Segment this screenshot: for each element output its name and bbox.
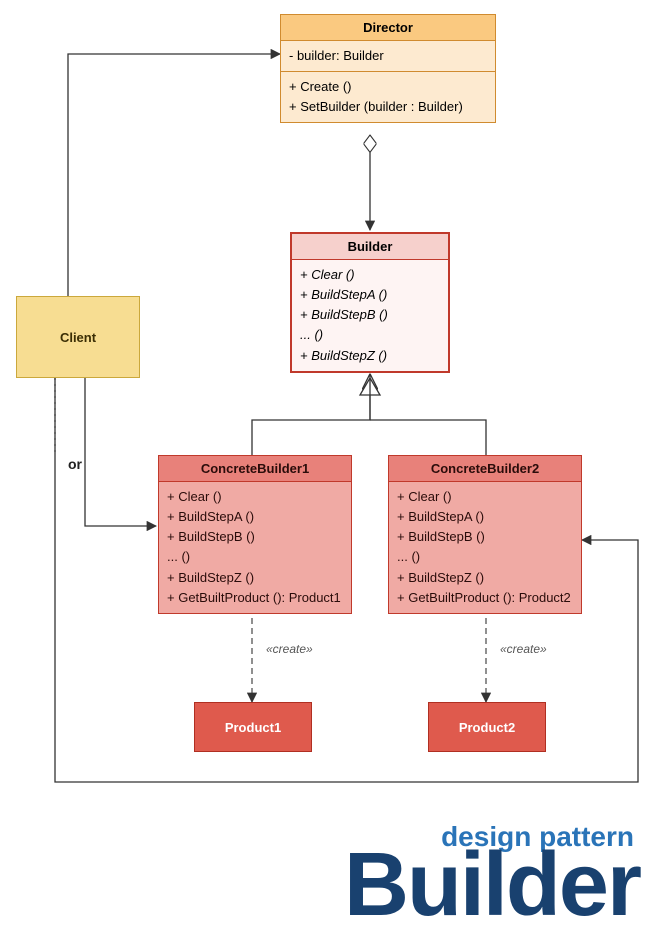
method: + BuildStepZ () — [167, 568, 343, 588]
method: + Create () — [289, 77, 487, 97]
method: + GetBuiltProduct (): Product2 — [397, 588, 573, 608]
class-product1: Product1 — [194, 702, 312, 752]
method: ... () — [300, 325, 440, 345]
method: + BuildStepZ () — [397, 568, 573, 588]
or-label: or — [68, 456, 82, 472]
edge-builder-cb2 — [370, 420, 486, 455]
title-main: Builder — [344, 843, 640, 929]
class-title: ConcreteBuilder1 — [159, 456, 351, 482]
class-product2: Product2 — [428, 702, 546, 752]
methods-section: + Clear () + BuildStepA () + BuildStepB … — [159, 482, 351, 613]
method: + BuildStepA () — [397, 507, 573, 527]
class-title: Product1 — [225, 720, 281, 735]
method: + BuildStepZ () — [300, 346, 440, 366]
attribute: - builder: Builder — [289, 46, 487, 66]
class-concretebuilder2: ConcreteBuilder2 + Clear () + BuildStepA… — [388, 455, 582, 614]
edge-client-concretebuilder1 — [85, 378, 156, 526]
class-builder: Builder + Clear () + BuildStepA () + Bui… — [290, 232, 450, 373]
class-title: Builder — [292, 234, 448, 260]
method: + BuildStepA () — [300, 285, 440, 305]
method: + BuildStepB () — [167, 527, 343, 547]
method: + Clear () — [167, 487, 343, 507]
method: + BuildStepA () — [167, 507, 343, 527]
diagram-title: design pattern Builder — [344, 823, 640, 929]
method: + GetBuiltProduct (): Product1 — [167, 588, 343, 608]
generalization-arrowhead — [360, 378, 380, 395]
class-concretebuilder1: ConcreteBuilder1 + Clear () + BuildStepA… — [158, 455, 352, 614]
class-title: Product2 — [459, 720, 515, 735]
method: + SetBuilder (builder : Builder) — [289, 97, 487, 117]
create-label-2: «create» — [500, 642, 547, 656]
attributes-section: - builder: Builder — [281, 41, 495, 71]
class-title: ConcreteBuilder2 — [389, 456, 581, 482]
class-director: Director - builder: Builder + Create () … — [280, 14, 496, 123]
method: + BuildStepB () — [397, 527, 573, 547]
method: ... () — [397, 547, 573, 567]
methods-section: + Create () + SetBuilder (builder : Buil… — [281, 71, 495, 122]
method: ... () — [167, 547, 343, 567]
edge-builder-cb1 — [252, 395, 370, 455]
methods-section: + Clear () + BuildStepA () + BuildStepB … — [389, 482, 581, 613]
method: + Clear () — [397, 487, 573, 507]
class-client: Client — [16, 296, 140, 378]
create-label-1: «create» — [266, 642, 313, 656]
edge-client-director — [68, 54, 280, 296]
method: + BuildStepB () — [300, 305, 440, 325]
class-title: Client — [60, 330, 96, 345]
class-title: Director — [281, 15, 495, 41]
method: + Clear () — [300, 265, 440, 285]
methods-section: + Clear () + BuildStepA () + BuildStepB … — [292, 260, 448, 371]
